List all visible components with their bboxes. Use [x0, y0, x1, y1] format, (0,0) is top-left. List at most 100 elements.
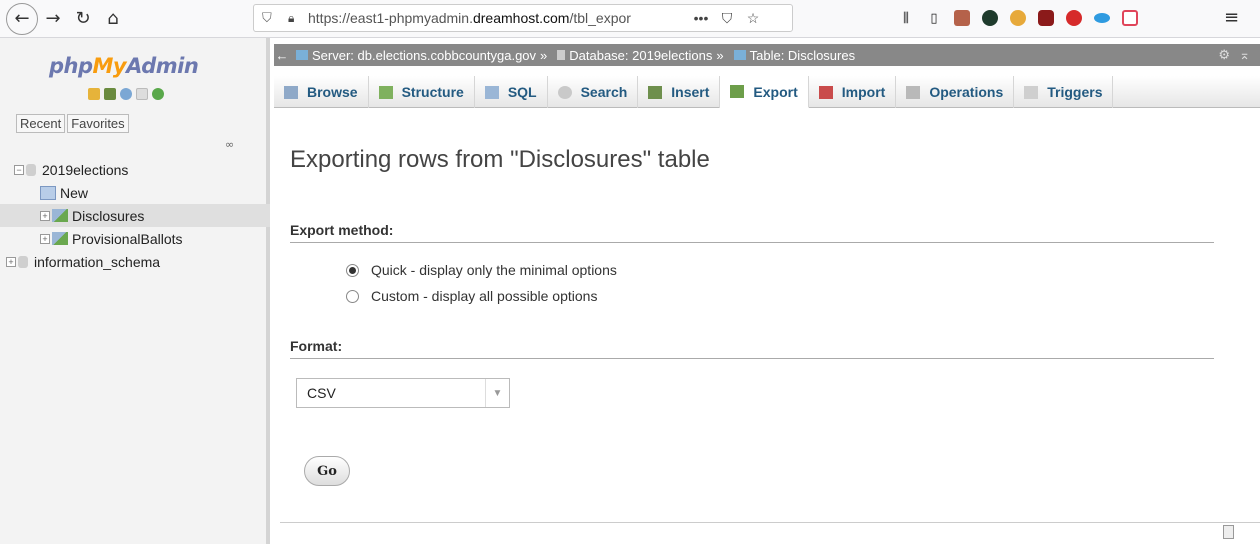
tab-sql[interactable]: SQL: [475, 76, 548, 108]
home-icon: ⌂: [107, 8, 119, 29]
library-icon[interactable]: ⫼: [895, 6, 917, 30]
page-actions-button[interactable]: •••: [688, 10, 714, 26]
reload-button[interactable]: ↻: [68, 4, 98, 34]
browse-icon: [284, 85, 298, 99]
tree-table-provisionalballots[interactable]: + ProvisionalBallots: [14, 227, 270, 250]
console-toggle-icon[interactable]: [1223, 525, 1234, 539]
wrench-icon: [906, 85, 921, 99]
tab-search[interactable]: Search: [548, 76, 639, 108]
expand-icon[interactable]: +: [40, 233, 50, 244]
export-content: Exporting rows from "Disclosures" table …: [290, 146, 1220, 486]
database-icon: [18, 255, 28, 268]
ublock-icon[interactable]: [1035, 6, 1057, 30]
shield-icon: ⛉: [262, 10, 272, 25]
bookmark-star-icon[interactable]: ☆: [740, 10, 766, 27]
tree-label[interactable]: ProvisionalBallots: [72, 231, 183, 247]
table-icon: [52, 209, 68, 222]
tree-db-2019elections[interactable]: − 2019elections: [14, 158, 270, 181]
search-icon: [557, 85, 572, 99]
home-icon[interactable]: [88, 88, 100, 100]
quick-export-option[interactable]: Quick - display only the minimal options: [346, 262, 617, 278]
collapse-sidebar-icon[interactable]: ←: [274, 48, 290, 63]
tree-table-disclosures[interactable]: + Disclosures: [0, 204, 270, 227]
database-tree: − 2019elections New + Disclosures + Prov…: [0, 158, 270, 273]
custom-radio-label[interactable]: Custom - display all possible options: [371, 288, 597, 304]
link-with-main-panel-icon[interactable]: ∞: [225, 138, 234, 151]
url-bar[interactable]: ⛉ 🔒︎ https://east1-phpmyadmin.dreamhost.…: [253, 4, 793, 32]
chevron-down-icon[interactable]: ▼: [485, 379, 509, 407]
tab-triggers[interactable]: Triggers: [1014, 76, 1114, 108]
tree-new-table[interactable]: New: [14, 181, 270, 204]
sidebar-icon[interactable]: ▯: [923, 6, 945, 30]
expand-icon[interactable]: +: [6, 256, 16, 267]
extension-cloud-icon[interactable]: [1091, 6, 1113, 30]
back-arrow-icon: ←: [14, 8, 30, 29]
database-icon: [557, 50, 566, 60]
docs-icon[interactable]: [136, 88, 148, 100]
browser-toolbar: ← → ↻ ⌂ ⛉ 🔒︎ https://east1-phpmyadmin.dr…: [0, 0, 1260, 38]
breadcrumb-database[interactable]: Database: 2019elections: [569, 48, 712, 63]
pocket-toolbar-icon[interactable]: [1119, 6, 1141, 30]
tab-export[interactable]: Export: [720, 76, 809, 108]
hamburger-menu-icon[interactable]: ≡: [1224, 7, 1239, 28]
format-select[interactable]: CSV ▼: [296, 378, 510, 408]
quick-radio[interactable]: [346, 263, 359, 277]
tab-browse[interactable]: Browse: [274, 76, 369, 108]
reload-navigation-icon[interactable]: [152, 88, 164, 100]
server-icon: [296, 50, 308, 60]
extension-globe-icon[interactable]: [979, 6, 1001, 30]
tab-operations[interactable]: Operations: [896, 76, 1015, 108]
table-tabs: Browse Structure SQL Search Insert Expor…: [274, 76, 1260, 108]
import-icon: [818, 85, 833, 99]
table-icon: [733, 50, 746, 60]
home-button[interactable]: ⌂: [98, 4, 128, 34]
help-icon[interactable]: [120, 88, 132, 100]
collapse-icon[interactable]: −: [14, 164, 24, 175]
tree-label[interactable]: information_schema: [34, 254, 160, 270]
extension-heart-icon[interactable]: [1007, 6, 1029, 30]
pocket-icon[interactable]: ⛉: [714, 10, 740, 27]
main-panel: ← Server: db.elections.cobbcountyga.gov …: [274, 38, 1260, 544]
forward-button[interactable]: →: [38, 4, 68, 34]
table-icon: [52, 232, 68, 245]
format-selected-value: CSV: [307, 385, 336, 401]
page-title: Exporting rows from "Disclosures" table: [290, 146, 710, 173]
settings-gear-icon[interactable]: ⚙: [1218, 47, 1230, 63]
custom-radio[interactable]: [346, 289, 359, 303]
insert-icon: [648, 85, 663, 99]
breadcrumb-bar: ← Server: db.elections.cobbcountyga.gov …: [274, 44, 1260, 66]
tree-label[interactable]: Disclosures: [72, 208, 144, 224]
new-table-icon: [40, 185, 56, 200]
phpmyadmin-logo[interactable]: phpMyAdmin: [49, 54, 199, 78]
extension-bird-icon[interactable]: [951, 6, 973, 30]
forward-arrow-icon: →: [45, 8, 61, 29]
back-button[interactable]: ←: [6, 2, 38, 35]
tree-label[interactable]: New: [60, 185, 88, 201]
tab-import[interactable]: Import: [809, 76, 897, 108]
custom-export-option[interactable]: Custom - display all possible options: [346, 288, 597, 304]
recent-tab[interactable]: Recent: [16, 114, 66, 133]
quick-radio-label[interactable]: Quick - display only the minimal options: [371, 262, 617, 278]
url-text[interactable]: https://east1-phpmyadmin.dreamhost.com/t…: [308, 10, 688, 26]
breadcrumb-table[interactable]: Table: Disclosures: [750, 48, 856, 63]
favorites-tab[interactable]: Favorites: [67, 114, 129, 133]
database-icon: [26, 163, 36, 176]
logout-icon[interactable]: [104, 88, 116, 100]
reload-icon: ↻: [75, 8, 91, 29]
expand-icon[interactable]: +: [40, 210, 50, 221]
breadcrumb-server[interactable]: Server: db.elections.cobbcountyga.gov: [312, 48, 536, 63]
go-button[interactable]: Go: [304, 456, 350, 486]
lock-icon: 🔒︎: [288, 10, 295, 25]
navigation-sidebar: phpMyAdmin Recent Favorites ∞ − 2019elec…: [0, 38, 270, 544]
format-heading: Format:: [290, 338, 1214, 359]
triggers-icon: [1024, 85, 1039, 99]
export-icon: [730, 85, 745, 98]
collapse-top-icon[interactable]: ⌅: [1239, 47, 1250, 63]
adblock-plus-icon[interactable]: [1063, 6, 1085, 30]
tab-structure[interactable]: Structure: [369, 76, 475, 108]
export-method-heading: Export method:: [290, 222, 1214, 243]
tree-db-information-schema[interactable]: + information_schema: [6, 250, 270, 273]
tree-label[interactable]: 2019elections: [42, 162, 128, 178]
tab-insert[interactable]: Insert: [638, 76, 721, 108]
bottom-divider: [280, 522, 1260, 523]
